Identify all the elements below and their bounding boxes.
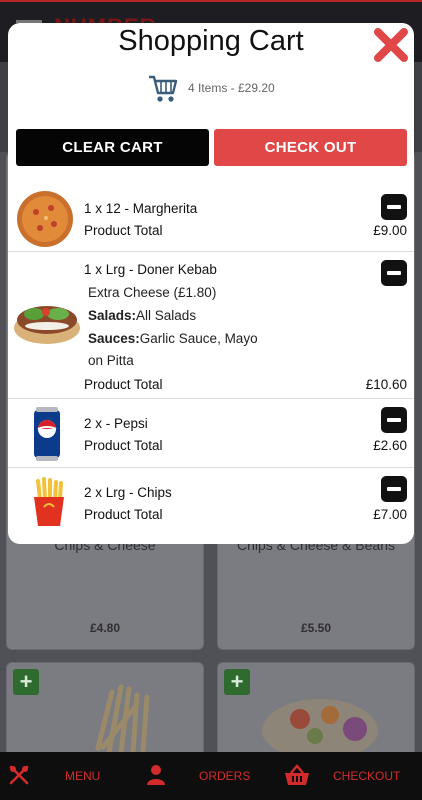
remove-item-button[interactable] <box>381 407 407 433</box>
cart-item: 2 x Lrg - Chips Product Total £7.00 <box>8 468 414 538</box>
chips-image <box>34 477 64 526</box>
user-icon <box>147 765 165 785</box>
cart-summary-text: 4 Items - £29.20 <box>188 81 275 95</box>
minus-icon <box>387 205 401 209</box>
cart-item-total: £2.60 <box>373 438 407 453</box>
cart-item-total-label: Product Total <box>84 223 163 238</box>
cart-item-name: 2 x Lrg - Chips <box>84 485 172 500</box>
cart-item: 1 x Lrg - Doner Kebab Extra Cheese (£1.8… <box>8 252 414 399</box>
bottom-nav: MENU ORDERS CHECKOUT <box>0 752 422 800</box>
cart-item-name: 1 x Lrg - Doner Kebab <box>84 262 217 277</box>
kebab-image <box>14 306 80 344</box>
cart-item-total: £10.60 <box>365 377 407 392</box>
minus-icon <box>387 418 401 422</box>
cart-item: 2 x - Pepsi Product Total £2.60 <box>8 399 414 468</box>
cart-item-total-label: Product Total <box>84 507 163 522</box>
menu-card-price: £5.50 <box>300 621 332 635</box>
nav-menu-label: MENU <box>65 769 101 783</box>
pepsi-can-image <box>34 407 60 461</box>
add-icon[interactable]: + <box>13 669 39 695</box>
remove-item-button[interactable] <box>381 260 407 286</box>
basket-icon <box>285 764 309 785</box>
nav-checkout[interactable]: CHECKOUT <box>280 752 410 800</box>
add-icon[interactable]: + <box>224 669 250 695</box>
menu-card-price: £4.80 <box>89 621 121 635</box>
menu-card[interactable]: + <box>217 662 415 762</box>
cart-item-total-label: Product Total <box>84 438 163 453</box>
cart-item-total: £7.00 <box>373 507 407 522</box>
nav-checkout-label: CHECKOUT <box>333 769 401 783</box>
wrap-image <box>262 699 378 761</box>
shopping-cart-modal: Shopping Cart 4 Items - £29.20 CLEAR CAR… <box>8 23 414 544</box>
check-out-button[interactable]: CHECK OUT <box>214 129 407 166</box>
pizza-image <box>17 191 73 247</box>
cart-item-total: £9.00 <box>373 223 407 238</box>
minus-icon <box>387 487 401 491</box>
cart-item-name: 2 x - Pepsi <box>84 416 148 431</box>
fork-knife-icon <box>9 765 29 785</box>
nav-orders[interactable]: ORDERS <box>140 752 260 800</box>
cart-item: 1 x 12 - Margherita Product Total £9.00 <box>8 186 414 252</box>
cart-item-option: Sauces:Garlic Sauce, Mayo <box>88 331 258 346</box>
fries-image <box>94 684 150 755</box>
close-icon <box>374 28 408 62</box>
nav-orders-label: ORDERS <box>199 769 251 783</box>
cart-item-option: Salads:All Salads <box>88 308 197 323</box>
minus-icon <box>387 271 401 275</box>
modal-title: Shopping Cart <box>118 25 304 57</box>
cart-item-name: 1 x 12 - Margherita <box>84 201 198 216</box>
cart-item-total-label: Product Total <box>84 377 163 392</box>
cart-summary: 4 Items - £29.20 <box>148 72 275 104</box>
cart-item-option: on Pitta <box>88 353 134 368</box>
nav-menu[interactable]: MENU <box>4 752 114 800</box>
menu-card[interactable]: + <box>6 662 204 762</box>
cart-icon <box>149 75 178 102</box>
remove-item-button[interactable] <box>381 194 407 220</box>
cart-item-option: Extra Cheese (£1.80) <box>88 285 217 300</box>
remove-item-button[interactable] <box>381 476 407 502</box>
clear-cart-button[interactable]: CLEAR CART <box>16 129 209 166</box>
close-button[interactable] <box>372 26 410 64</box>
